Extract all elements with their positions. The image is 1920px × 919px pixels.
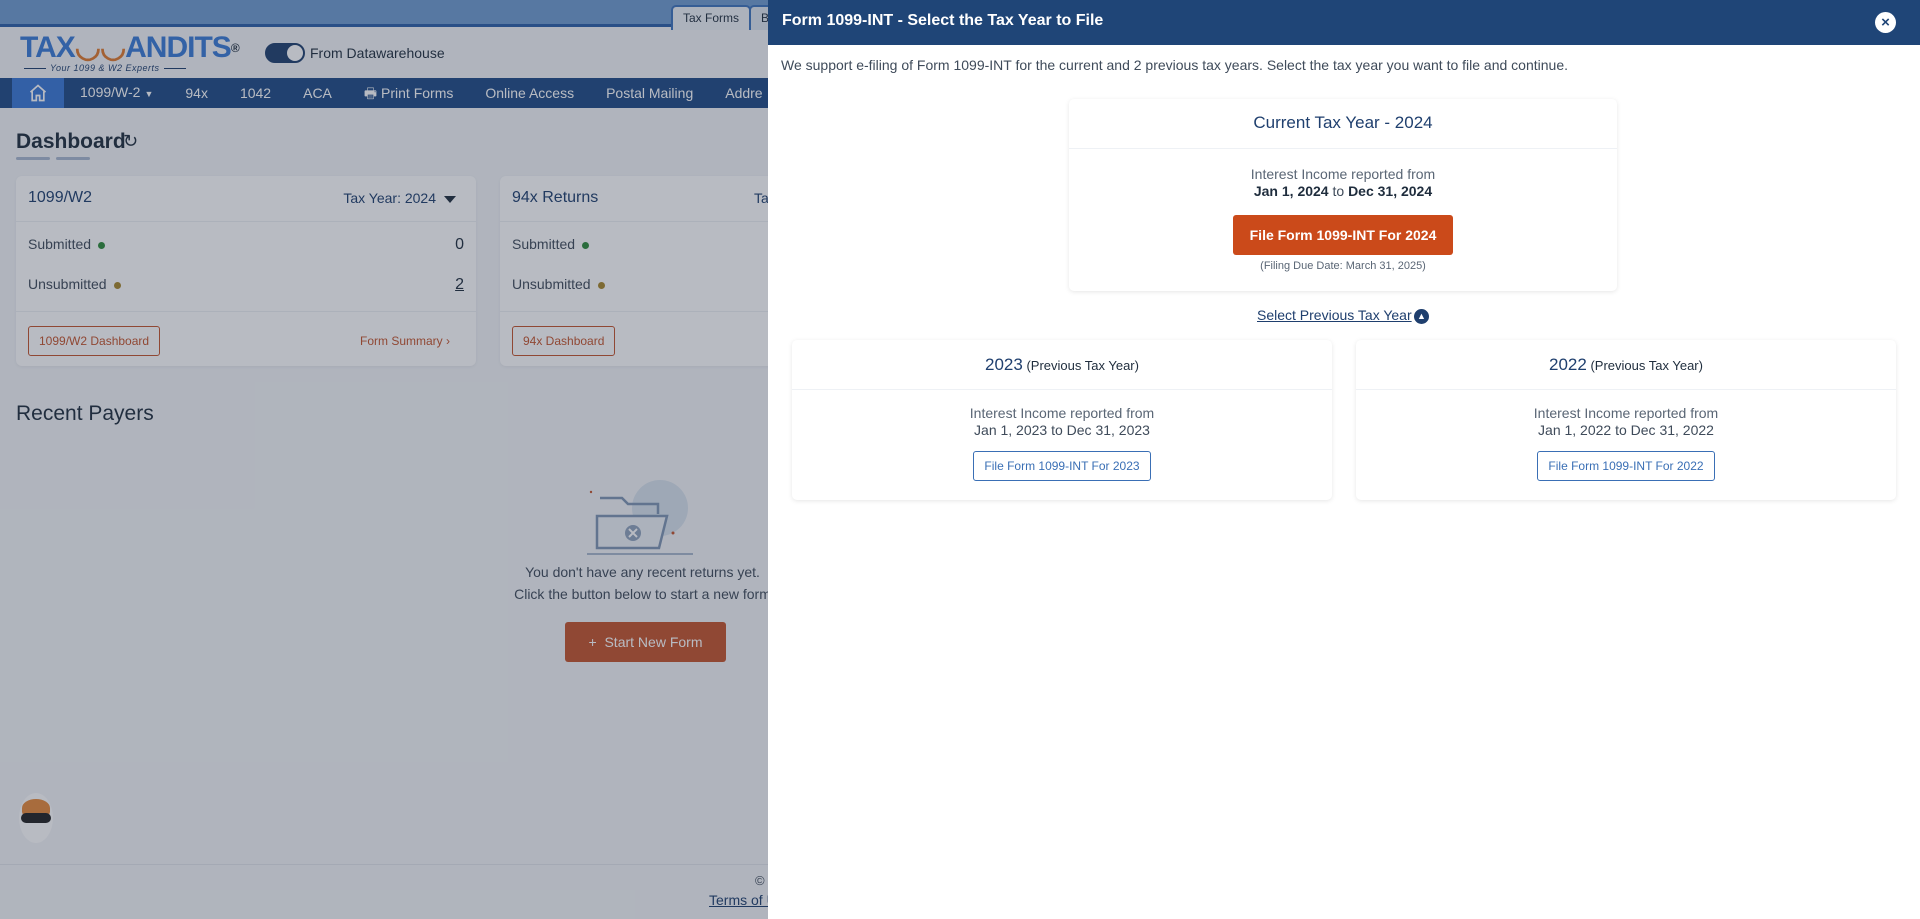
modal-backdrop[interactable] [0, 0, 768, 919]
income-period-label: Interest Income reported from [1250, 166, 1436, 182]
chevron-up-icon[interactable]: ▲ [1414, 309, 1429, 324]
period-end: Dec 31, 2024 [1348, 183, 1433, 199]
filing-due-date: (Filing Due Date: March 31, 2025) [1260, 260, 1426, 272]
previous-tax-year-card-2023: 2023 (Previous Tax Year) Interest Income… [792, 340, 1332, 500]
modal-subtitle: We support e-filing of Form 1099-INT for… [781, 57, 1569, 73]
income-period-range: Jan 1, 2024 to Dec 31, 2024 [1069, 183, 1617, 199]
modal-header: Form 1099-INT - Select the Tax Year to F… [768, 0, 1920, 45]
file-1099-int-2024-button[interactable]: File Form 1099-INT For 2024 [1233, 215, 1453, 255]
previous-tax-year-card-2022: 2022 (Previous Tax Year) Interest Income… [1356, 340, 1896, 500]
current-tax-year-card: Current Tax Year - 2024 Interest Income … [1069, 99, 1617, 291]
current-tax-year-title: Current Tax Year - 2024 [1253, 113, 1433, 132]
income-period-label: Interest Income reported from [969, 405, 1155, 421]
file-1099-int-2022-button[interactable]: File Form 1099-INT For 2022 [1537, 451, 1715, 481]
card-header: 2023 (Previous Tax Year) [792, 340, 1332, 390]
period-start: Jan 1, 2024 [1253, 183, 1329, 199]
tax-year-suffix: (Previous Tax Year) [1026, 358, 1139, 373]
tax-year: 2022 [1549, 355, 1587, 374]
card-header: 2022 (Previous Tax Year) [1356, 340, 1896, 390]
select-tax-year-modal: Form 1099-INT - Select the Tax Year to F… [768, 0, 1920, 919]
period-to: to [1332, 183, 1345, 199]
income-period-range: Jan 1, 2023 to Dec 31, 2023 [974, 422, 1150, 438]
select-previous-tax-year-link[interactable]: Select Previous Tax Year [1257, 307, 1412, 323]
file-1099-int-2023-button[interactable]: File Form 1099-INT For 2023 [973, 451, 1151, 481]
income-period-range: Jan 1, 2022 to Dec 31, 2022 [1538, 422, 1714, 438]
previous-tax-year-title: 2022 (Previous Tax Year) [1356, 340, 1896, 375]
tax-year: 2023 [985, 355, 1023, 374]
income-period-label: Interest Income reported from [1533, 405, 1719, 421]
tax-year-suffix: (Previous Tax Year) [1590, 358, 1703, 373]
modal-title: Form 1099-INT - Select the Tax Year to F… [782, 12, 1104, 29]
card-header: Current Tax Year - 2024 [1069, 99, 1617, 149]
previous-tax-year-title: 2023 (Previous Tax Year) [792, 340, 1332, 375]
close-icon[interactable]: × [1875, 12, 1896, 33]
